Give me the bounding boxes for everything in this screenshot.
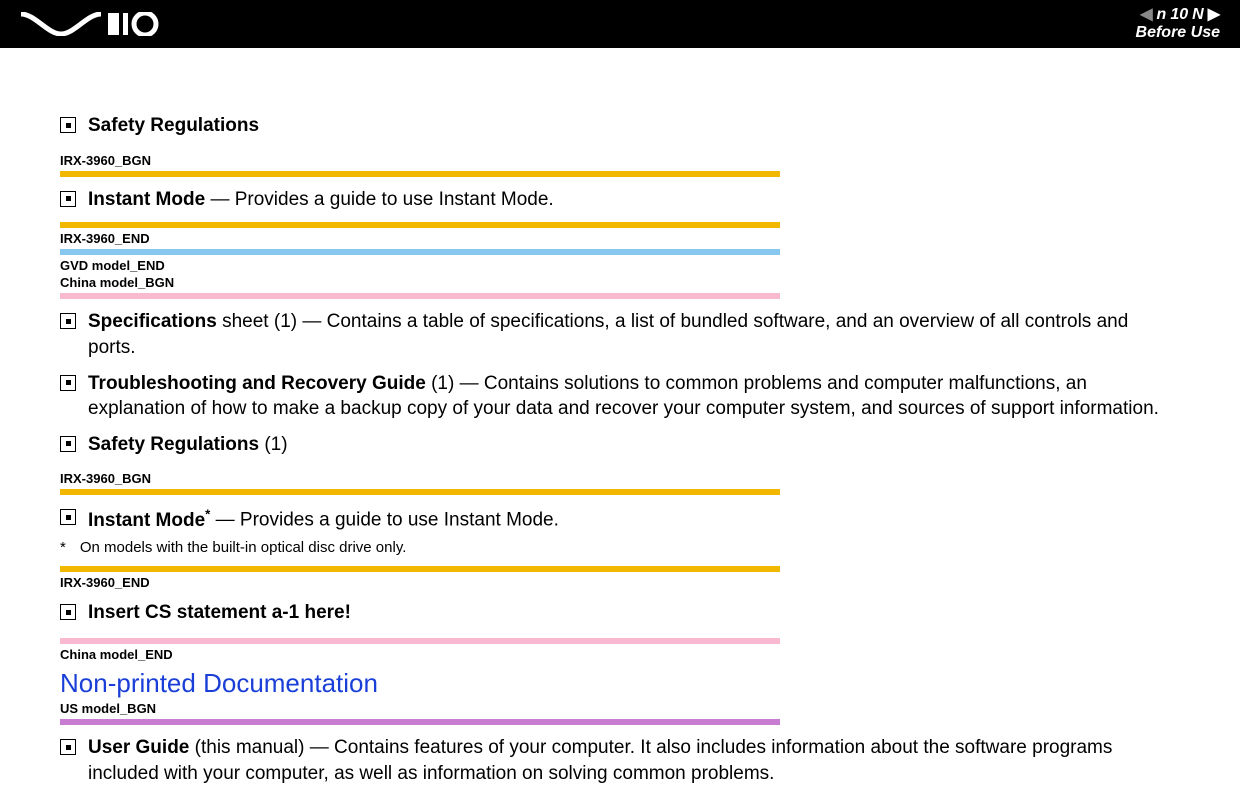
marker-tag: China model_BGN	[60, 275, 1180, 290]
list-item: Instant Mode* — Provides a guide to use …	[60, 505, 1180, 533]
list-item: Instant Mode — Provides a guide to use I…	[60, 187, 1180, 213]
nav-letter-n: n	[1157, 6, 1167, 24]
divider-bar-yellow	[60, 489, 780, 495]
page-number: 10	[1170, 6, 1188, 24]
footnote-text: On models with the built-in optical disc…	[80, 539, 407, 556]
list-item: Specifications sheet (1) — Contains a ta…	[60, 309, 1180, 360]
item-text: Safety Regulations (1)	[88, 432, 288, 458]
bullet-icon	[60, 604, 76, 620]
list-item: Safety Regulations	[60, 113, 1180, 139]
item-text: Insert CS statement a-1 here!	[88, 600, 351, 626]
list-item: Troubleshooting and Recovery Guide (1) —…	[60, 371, 1180, 422]
nav-next-icon[interactable]: ▶	[1208, 6, 1220, 24]
marker-tag: GVD model_END	[60, 258, 1180, 273]
marker-tag: IRX-3960_END	[60, 231, 1180, 246]
bullet-icon	[60, 436, 76, 452]
divider-bar-blue	[60, 249, 780, 255]
bullet-icon	[60, 313, 76, 329]
marker-tag: US model_BGN	[60, 701, 1180, 716]
item-text: Troubleshooting and Recovery Guide (1) —…	[88, 371, 1180, 422]
item-text: Specifications sheet (1) — Contains a ta…	[88, 309, 1180, 360]
list-item: Safety Regulations (1)	[60, 432, 1180, 458]
page-header: ◀ n 10 N ▶ Before Use	[0, 0, 1240, 48]
page-body: Safety Regulations IRX-3960_BGN Instant …	[0, 48, 1240, 810]
divider-bar-yellow	[60, 171, 780, 177]
divider-bar-pink	[60, 293, 780, 299]
item-text: Instant Mode* — Provides a guide to use …	[88, 505, 559, 533]
divider-bar-yellow	[60, 566, 780, 572]
bullet-icon	[60, 509, 76, 525]
header-right: ◀ n 10 N ▶ Before Use	[1136, 6, 1220, 41]
item-text: Safety Regulations	[88, 113, 259, 139]
marker-tag: China model_END	[60, 647, 1180, 662]
footnote-mark: *	[60, 539, 66, 556]
item-text: User Guide (this manual) — Contains feat…	[88, 735, 1180, 786]
nav-letter-n2: N	[1192, 6, 1204, 24]
bullet-icon	[60, 739, 76, 755]
divider-bar-purple	[60, 719, 780, 725]
bullet-icon	[60, 117, 76, 133]
item-text: Instant Mode — Provides a guide to use I…	[88, 187, 554, 213]
list-item: User Guide (this manual) — Contains feat…	[60, 735, 1180, 786]
footnote: * On models with the built-in optical di…	[60, 539, 1180, 556]
marker-tag: IRX-3960_BGN	[60, 471, 1180, 486]
vaio-logo	[20, 12, 160, 36]
divider-bar-yellow	[60, 222, 780, 228]
bullet-icon	[60, 375, 76, 391]
bullet-icon	[60, 191, 76, 207]
list-item: Insert CS statement a-1 here!	[60, 600, 1180, 626]
nav-prev-icon[interactable]: ◀	[1140, 6, 1152, 24]
divider-bar-pink	[60, 638, 780, 644]
header-section-label: Before Use	[1136, 24, 1220, 42]
marker-tag: IRX-3960_END	[60, 575, 1180, 590]
marker-tag: IRX-3960_BGN	[60, 153, 1180, 168]
section-heading: Non-printed Documentation	[60, 668, 1180, 699]
